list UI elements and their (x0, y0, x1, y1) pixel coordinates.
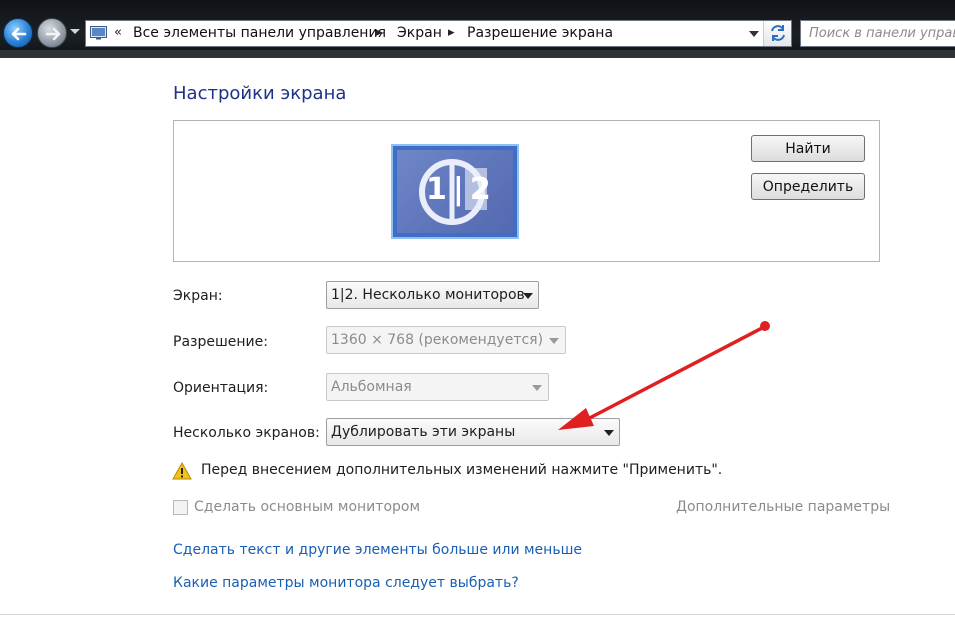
annotation-arrow (558, 321, 770, 430)
